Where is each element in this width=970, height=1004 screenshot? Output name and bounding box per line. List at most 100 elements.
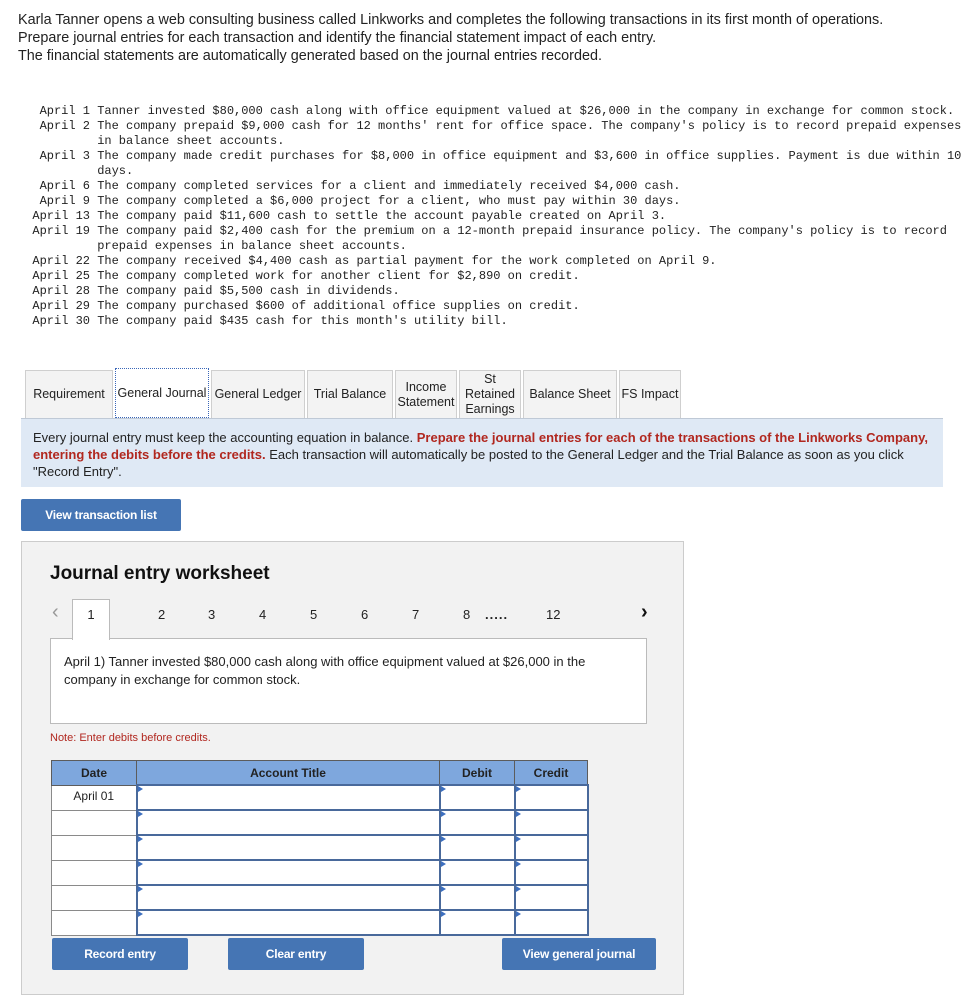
table-row <box>51 809 589 836</box>
transaction-item: April 28 The company paid $5,500 cash in… <box>18 284 963 299</box>
transaction-item: April 6 The company completed services f… <box>18 179 963 194</box>
account-title-input[interactable] <box>135 859 441 886</box>
transaction-item: April 13 The company paid $11,600 cash t… <box>18 209 963 224</box>
intro-line-3: The financial statements are automatical… <box>18 48 602 64</box>
tab-income-statement[interactable]: Income Statement <box>395 370 457 418</box>
transaction-list: April 1 Tanner invested $80,000 cash alo… <box>18 104 963 329</box>
transaction-text: The company received $4,400 cash as part… <box>97 254 717 268</box>
page-1[interactable]: 1 <box>72 599 110 640</box>
transaction-item: April 9 The company completed a $6,000 p… <box>18 194 963 209</box>
view-transaction-list-button[interactable]: View transaction list <box>21 499 181 531</box>
credit-input[interactable] <box>513 809 589 836</box>
page-2[interactable]: 2 <box>158 607 165 622</box>
date-cell <box>51 809 137 836</box>
problem-intro: Karla Tanner opens a web consulting busi… <box>18 11 948 65</box>
record-entry-button[interactable]: Record entry <box>52 938 188 970</box>
tab-fs-impact[interactable]: FS Impact <box>619 370 681 418</box>
account-title-input[interactable] <box>135 784 441 811</box>
transaction-date: April 25 <box>32 269 90 283</box>
table-row <box>51 884 589 911</box>
requirement-tabs: Requirement General Journal General Ledg… <box>25 368 683 418</box>
transaction-date: April 13 <box>32 209 90 223</box>
debit-input[interactable] <box>438 784 516 811</box>
transaction-text: The company paid $435 cash for this mont… <box>97 314 508 328</box>
account-title-input[interactable] <box>135 834 441 861</box>
date-cell: April 01 <box>51 784 137 811</box>
page-7[interactable]: 7 <box>412 607 419 622</box>
view-general-journal-button[interactable]: View general journal <box>502 938 656 970</box>
tab-st-retained-earnings[interactable]: St Retained Earnings <box>459 370 521 418</box>
transaction-item: April 25 The company completed work for … <box>18 269 963 284</box>
date-cell <box>51 909 137 936</box>
transaction-date: April 29 <box>32 299 90 313</box>
transaction-date: April 28 <box>32 284 90 298</box>
transaction-date: April 1 <box>39 104 90 118</box>
page-12[interactable]: 12 <box>546 607 560 622</box>
transaction-date: April 6 <box>39 179 90 193</box>
page-6[interactable]: 6 <box>361 607 368 622</box>
date-cell <box>51 884 137 911</box>
instruction-text: Every journal entry must keep the accoun… <box>33 430 417 445</box>
transaction-date: April 30 <box>32 314 90 328</box>
transaction-date: April 2 <box>39 119 90 133</box>
table-row <box>51 859 589 886</box>
transaction-item: April 22 The company received $4,400 cas… <box>18 254 963 269</box>
table-header-row: Date Account Title Debit Credit <box>51 760 588 786</box>
debit-input[interactable] <box>438 884 516 911</box>
transaction-item: April 19 The company paid $2,400 cash fo… <box>18 224 963 254</box>
transaction-text: The company paid $2,400 cash for the pre… <box>97 224 947 253</box>
transaction-text: Tanner invested $80,000 cash along with … <box>97 104 955 118</box>
debits-note: Note: Enter debits before credits. <box>50 732 211 744</box>
transaction-item: April 1 Tanner invested $80,000 cash alo… <box>18 104 963 119</box>
tab-requirement[interactable]: Requirement <box>25 370 113 418</box>
transaction-date: April 3 <box>39 149 90 163</box>
page-8[interactable]: 8 <box>463 607 470 622</box>
tab-general-ledger[interactable]: General Ledger <box>211 370 305 418</box>
worksheet-title: Journal entry worksheet <box>50 563 270 584</box>
tab-trial-balance[interactable]: Trial Balance <box>307 370 393 418</box>
table-row: April 01 <box>51 784 589 811</box>
credit-input[interactable] <box>513 859 589 886</box>
column-credit: Credit <box>514 760 588 786</box>
chevron-left-icon[interactable]: ‹ <box>52 601 59 624</box>
transaction-text: The company made credit purchases for $8… <box>97 149 962 178</box>
journal-entry-worksheet: Journal entry worksheet ‹ 1 2 3 4 5 6 7 … <box>21 541 684 995</box>
column-debit: Debit <box>439 760 515 786</box>
transaction-text: The company completed services for a cli… <box>97 179 681 193</box>
tab-general-journal[interactable]: General Journal <box>115 368 209 418</box>
journal-entry-table: Date Account Title Debit Credit April 01 <box>51 760 589 936</box>
debit-input[interactable] <box>438 859 516 886</box>
intro-line-1: Karla Tanner opens a web consulting busi… <box>18 12 884 28</box>
debit-input[interactable] <box>438 909 516 936</box>
entry-pager: ‹ 1 2 3 4 5 6 7 8 ..... 12 › <box>22 599 683 640</box>
table-row <box>51 834 589 861</box>
intro-line-2: Prepare journal entries for each transac… <box>18 30 657 46</box>
page-ellipsis: ..... <box>485 607 509 622</box>
account-title-input[interactable] <box>135 909 441 936</box>
transaction-item: April 3 The company made credit purchase… <box>18 149 963 179</box>
debit-input[interactable] <box>438 809 516 836</box>
table-row <box>51 909 589 936</box>
credit-input[interactable] <box>513 784 589 811</box>
account-title-input[interactable] <box>135 884 441 911</box>
transaction-item: April 29 The company purchased $600 of a… <box>18 299 963 314</box>
chevron-right-icon[interactable]: › <box>641 601 648 624</box>
page-5[interactable]: 5 <box>310 607 317 622</box>
page-3[interactable]: 3 <box>208 607 215 622</box>
transaction-text: The company paid $5,500 cash in dividend… <box>97 284 400 298</box>
clear-entry-button[interactable]: Clear entry <box>228 938 364 970</box>
account-title-input[interactable] <box>135 809 441 836</box>
credit-input[interactable] <box>513 884 589 911</box>
credit-input[interactable] <box>513 834 589 861</box>
instruction-banner: Every journal entry must keep the accoun… <box>21 419 943 487</box>
transaction-text: The company completed work for another c… <box>97 269 580 283</box>
date-cell <box>51 834 137 861</box>
credit-input[interactable] <box>513 909 589 936</box>
tab-balance-sheet[interactable]: Balance Sheet <box>523 370 617 418</box>
transaction-text: The company prepaid $9,000 cash for 12 m… <box>97 119 962 148</box>
column-date: Date <box>51 760 137 786</box>
transaction-description: April 1) Tanner invested $80,000 cash al… <box>50 638 647 724</box>
transaction-date: April 19 <box>32 224 90 238</box>
debit-input[interactable] <box>438 834 516 861</box>
page-4[interactable]: 4 <box>259 607 266 622</box>
